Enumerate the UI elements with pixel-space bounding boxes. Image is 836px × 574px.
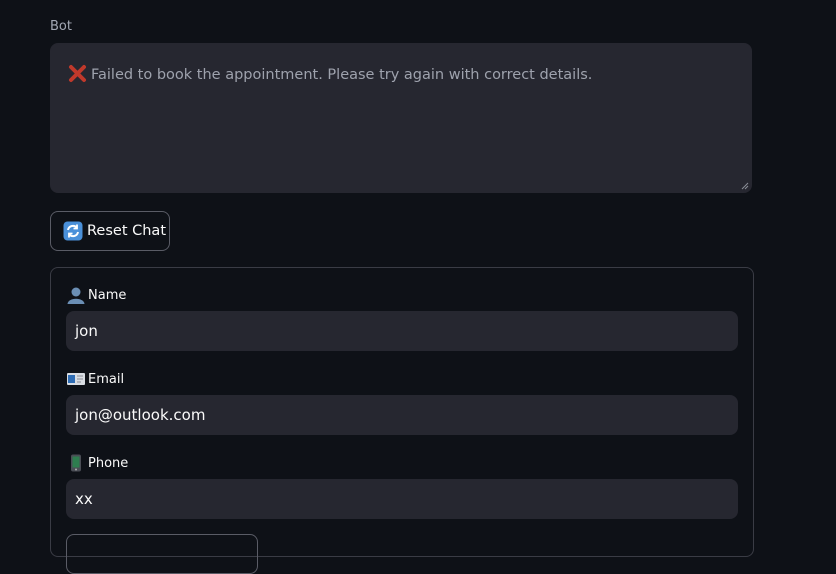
phone-input[interactable]: xx bbox=[66, 479, 738, 519]
name-label-row: Name bbox=[66, 286, 126, 304]
resize-handle-icon[interactable] bbox=[741, 182, 749, 190]
reset-chat-label: Reset Chat bbox=[87, 223, 166, 239]
reset-chat-button[interactable]: Reset Chat bbox=[50, 211, 170, 251]
mobile-phone-icon bbox=[71, 454, 81, 472]
name-input[interactable]: jon bbox=[66, 311, 738, 351]
email-input[interactable]: jon@outlook.com bbox=[66, 395, 738, 435]
email-icon bbox=[67, 373, 85, 385]
bot-label: Bot bbox=[50, 19, 72, 34]
email-label: Email bbox=[88, 371, 125, 387]
email-label-row: Email bbox=[66, 370, 124, 388]
bot-message-row: Failed to book the appointment. Please t… bbox=[67, 62, 592, 84]
bot-message: Failed to book the appointment. Please t… bbox=[91, 67, 593, 83]
appointment-form: Name jon Email jon@outlook.com Phone xx bbox=[50, 267, 754, 574]
phone-label: Phone bbox=[88, 455, 129, 471]
submit-button[interactable] bbox=[66, 534, 258, 574]
person-icon bbox=[67, 287, 85, 304]
name-label: Name bbox=[88, 287, 127, 303]
refresh-icon bbox=[63, 221, 83, 241]
bot-output-textarea[interactable]: Failed to book the appointment. Please t… bbox=[50, 43, 752, 193]
cross-mark-icon bbox=[69, 65, 86, 82]
phone-label-row: Phone bbox=[66, 454, 128, 472]
